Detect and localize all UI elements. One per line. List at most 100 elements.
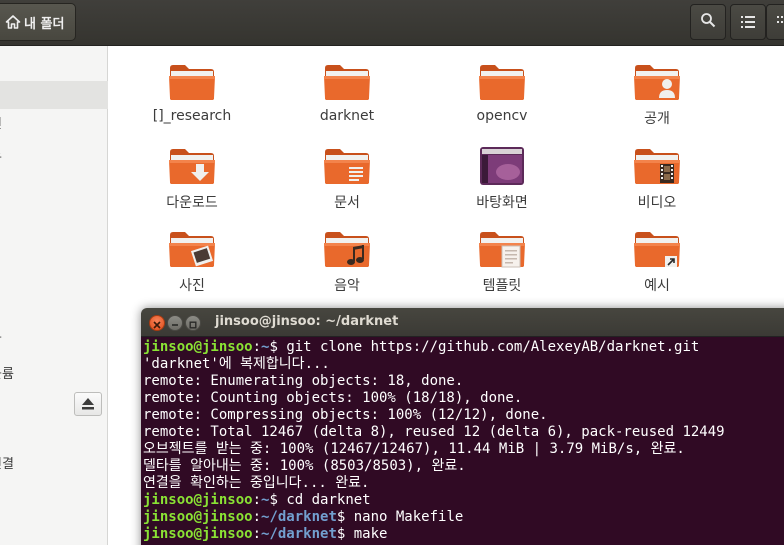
prompt-user: jinsoo@jinsoo: [143, 526, 253, 542]
list-view-button[interactable]: [730, 4, 766, 40]
prompt-user: jinsoo@jinsoo: [143, 339, 253, 355]
terminal-output-line: 오브젝트를 받는 중: 100% (12467/12467), 11.44 Mi…: [143, 441, 685, 457]
folder-templates-icon: [478, 229, 526, 269]
file-item[interactable]: 예시: [597, 229, 717, 305]
list-view-icon: [741, 13, 755, 32]
terminal-output-line: remote: Total 12467 (delta 8), reused 12…: [143, 424, 725, 440]
prompt-command: cd darknet: [286, 492, 371, 508]
sidebar-item-disk[interactable]: 크: [0, 321, 108, 349]
terminal-titlebar[interactable]: jinsoo@jinsoo: ~/darknet: [141, 308, 784, 337]
sidebar-item-label: 볼륨: [0, 367, 14, 382]
terminal-title: jinsoo@jinsoo: ~/darknet: [215, 314, 399, 329]
path-bar-home-button[interactable]: 내 폴더: [0, 3, 76, 41]
file-item[interactable]: darknet: [287, 62, 407, 138]
header-bar: 내 폴더: [0, 0, 784, 46]
file-label: 사진: [179, 278, 205, 294]
prompt-dollar: $: [269, 492, 287, 508]
sidebar-item-home[interactable]: [0, 81, 108, 109]
file-item[interactable]: opencv: [442, 62, 562, 138]
eject-button[interactable]: [74, 392, 102, 416]
file-label: 템플릿: [482, 278, 522, 294]
folder-link-icon: [633, 229, 681, 269]
terminal-prompt-line: jinsoo@jinsoo:~/darknet$ nano Makefile: [143, 509, 784, 526]
terminal-output-line: 델타를 알아내는 중: 100% (8503/8503), 완료.: [143, 458, 466, 474]
folder-music-icon: [323, 229, 371, 269]
sidebar-item-label: 연결: [0, 457, 14, 472]
prompt-dollar: $: [269, 339, 287, 355]
file-item[interactable]: 바탕화면: [442, 146, 562, 222]
prompt-command: git clone https://github.com/AlexeyAB/da…: [286, 339, 700, 355]
file-label: 바탕화면: [476, 195, 528, 211]
folder-documents-icon: [323, 146, 371, 186]
sidebar-item-label: 크: [0, 327, 2, 342]
folder-desktop-icon: [478, 146, 526, 186]
file-label: 문서: [334, 195, 360, 211]
close-icon: [153, 314, 161, 333]
prompt-separator: :: [252, 339, 262, 355]
file-label: 예시: [644, 278, 670, 294]
terminal-output-line: 'darknet'에 복제합니다...: [143, 356, 330, 372]
prompt-separator: :: [252, 492, 262, 508]
sidebar-item-connect-server[interactable]: 연결: [0, 451, 108, 479]
maximize-icon: [189, 314, 197, 333]
file-label: 공개: [644, 111, 670, 127]
folder-icon: [168, 62, 216, 102]
terminal-prompt-line: jinsoo@jinsoo:~/darknet$ make: [143, 526, 784, 543]
folder-icon: [323, 62, 371, 102]
folder-public-icon: [633, 62, 681, 102]
file-label: []_research: [152, 108, 232, 124]
prompt-dollar: $: [336, 526, 354, 542]
terminal-output-line: remote: Compressing objects: 100% (12/12…: [143, 407, 548, 423]
folder-videos-icon: [633, 146, 681, 186]
prompt-dollar: $: [336, 509, 354, 525]
file-item[interactable]: 문서: [287, 146, 407, 222]
folder-download-icon: [168, 146, 216, 186]
search-icon: [700, 12, 716, 32]
maximize-button[interactable]: [185, 315, 201, 331]
path-bar-label: 내 폴더: [24, 16, 65, 32]
close-button[interactable]: [149, 315, 165, 331]
file-item[interactable]: 다운로드: [132, 146, 252, 222]
minimize-button[interactable]: [167, 315, 183, 331]
prompt-separator: :: [252, 526, 262, 542]
prompt-command: nano Makefile: [353, 509, 464, 525]
file-item[interactable]: 비디오: [597, 146, 717, 222]
minimize-icon: [171, 314, 179, 333]
terminal-output[interactable]: jinsoo@jinsoo:~$ git clone https://githu…: [141, 337, 784, 545]
grid-view-button[interactable]: [766, 4, 784, 40]
file-item[interactable]: 사진: [132, 229, 252, 305]
folder-icon: [478, 62, 526, 102]
prompt-path: ~/darknet: [261, 509, 337, 525]
file-item[interactable]: 음악: [287, 229, 407, 305]
grid-view-icon: [777, 13, 784, 32]
sidebar: 면 드 크 볼륨 연결: [0, 46, 108, 545]
sidebar-item-volume[interactable]: 볼륨: [0, 361, 108, 389]
file-label: 음악: [334, 278, 360, 294]
file-label: opencv: [476, 108, 528, 124]
terminal-output-line: remote: Counting objects: 100% (18/18), …: [143, 390, 523, 406]
prompt-path: ~/darknet: [261, 526, 337, 542]
search-button[interactable]: [690, 4, 726, 40]
home-icon: [5, 14, 21, 30]
sidebar-item-desktop[interactable]: 면: [0, 111, 108, 139]
terminal-prompt-line: jinsoo@jinsoo:~$ git clone https://githu…: [143, 339, 784, 356]
prompt-user: jinsoo@jinsoo: [143, 509, 253, 525]
folder-pictures-icon: [168, 229, 216, 269]
sidebar-item-label: 면: [0, 117, 2, 132]
file-label: darknet: [319, 108, 375, 124]
terminal-output-line: 연결을 확인하는 중입니다... 완료.: [143, 475, 370, 491]
file-item[interactable]: 공개: [597, 62, 717, 138]
sidebar-item-label: 드: [0, 147, 2, 162]
terminal-output-line: remote: Enumerating objects: 18, done.: [143, 373, 464, 389]
file-label: 다운로드: [166, 195, 218, 211]
terminal-prompt-line: jinsoo@jinsoo:~$ cd darknet: [143, 492, 784, 509]
prompt-command: make: [353, 526, 388, 542]
file-item[interactable]: 템플릿: [442, 229, 562, 305]
terminal-window[interactable]: jinsoo@jinsoo: ~/darknet jinsoo@jinsoo:~…: [141, 308, 784, 545]
sidebar-item-documents[interactable]: 드: [0, 141, 108, 169]
prompt-separator: :: [252, 509, 262, 525]
file-item[interactable]: []_research: [132, 62, 252, 138]
file-label: 비디오: [637, 195, 677, 211]
prompt-user: jinsoo@jinsoo: [143, 492, 253, 508]
eject-icon: [81, 395, 95, 414]
